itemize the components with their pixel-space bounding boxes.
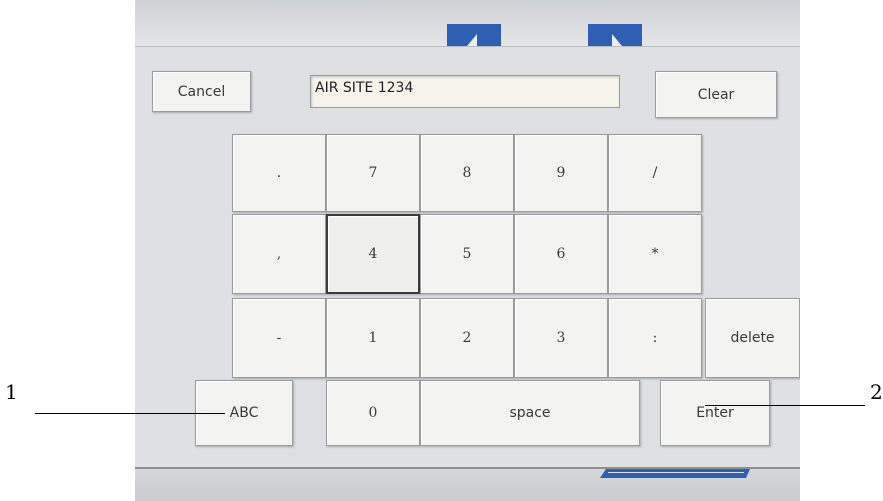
prev-page-button[interactable]: [447, 24, 501, 46]
key-1[interactable]: 1: [326, 298, 420, 378]
key-3[interactable]: 3: [514, 298, 608, 378]
text-entry-field[interactable]: AIR SITE 1234: [310, 75, 620, 108]
arrow-left-icon: [467, 34, 477, 46]
key-minus[interactable]: -: [232, 298, 326, 378]
key-slash[interactable]: /: [608, 134, 702, 212]
top-nav-bar: [135, 0, 800, 47]
key-8[interactable]: 8: [420, 134, 514, 212]
delete-button[interactable]: delete: [705, 298, 800, 378]
callout-2-line: [705, 405, 865, 406]
key-5[interactable]: 5: [420, 214, 514, 294]
key-7[interactable]: 7: [326, 134, 420, 212]
bottom-bar: [135, 467, 800, 501]
key-6[interactable]: 6: [514, 214, 608, 294]
key-9[interactable]: 9: [514, 134, 608, 212]
next-page-button[interactable]: [588, 24, 642, 46]
key-colon[interactable]: :: [608, 298, 702, 378]
callout-1-line: [35, 413, 225, 414]
key-comma[interactable]: ,: [232, 214, 326, 294]
key-0[interactable]: 0: [326, 380, 420, 446]
arrow-right-icon: [612, 34, 622, 46]
enter-button[interactable]: Enter: [660, 380, 770, 446]
key-asterisk[interactable]: *: [608, 214, 702, 294]
cancel-button[interactable]: Cancel: [152, 71, 251, 112]
clear-button[interactable]: Clear: [655, 71, 777, 118]
callout-2-label: 2: [870, 380, 883, 404]
key-2[interactable]: 2: [420, 298, 514, 378]
callout-1-label: 1: [5, 380, 18, 404]
touchscreen: Cancel AIR SITE 1234 Clear . 7 8 9 / , 4…: [135, 0, 800, 501]
key-4[interactable]: 4: [326, 214, 420, 294]
key-period[interactable]: .: [232, 134, 326, 212]
space-bar[interactable]: space: [420, 380, 640, 446]
brand-logo: [600, 469, 750, 478]
